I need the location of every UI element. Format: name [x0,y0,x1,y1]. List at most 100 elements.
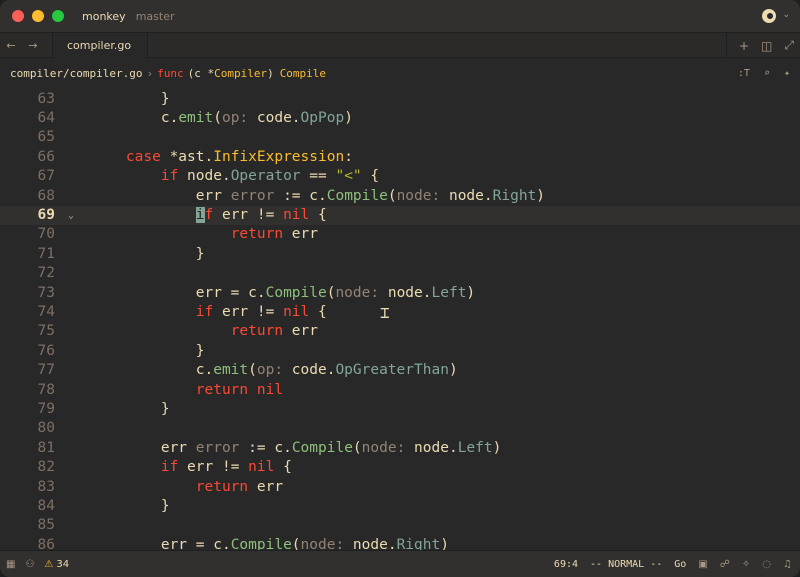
maximize-window-button[interactable] [52,10,64,22]
code-line[interactable]: 85 [0,516,800,535]
split-pane-icon[interactable]: ◫ [761,39,772,53]
project-panel-icon[interactable]: ▦ [6,559,15,570]
breadcrumb-receiver-close[interactable]: ) [267,67,274,80]
code-line[interactable]: 64 c.emit(op: code.OpPop) [0,109,800,128]
code-token: ) [448,362,458,379]
close-window-button[interactable] [12,10,24,22]
user-avatar-icon[interactable] [762,9,776,23]
code-line[interactable]: 66 case *ast.InfixExpression: [0,148,800,167]
code-token: node: [335,284,388,301]
code-token: node. [414,439,458,456]
search-icon[interactable]: ⌕ [764,68,770,79]
status-bar: ▦ ⚇ ⚠ 34 69:4 -- NORMAL -- Go ▣ ☍ ✧ ◌ ♫ [0,550,800,577]
forward-arrow-icon[interactable]: → [22,39,44,52]
warning-count[interactable]: 34 [56,559,69,570]
line-number[interactable]: 83 [0,478,55,497]
project-name[interactable]: monkey [82,10,126,23]
assistant-icon[interactable]: ✧ [742,559,750,570]
breadcrumb-receiver-type[interactable]: Compiler [214,67,267,80]
back-arrow-icon[interactable]: ← [0,39,22,52]
branch-name[interactable]: master [136,10,175,23]
line-number[interactable]: 67 [0,167,55,186]
line-number[interactable]: 78 [0,381,55,400]
tab-compiler-go[interactable]: compiler.go [52,33,149,58]
code-line[interactable]: 79 } [0,400,800,419]
minimize-window-button[interactable] [32,10,44,22]
warning-icon[interactable]: ⚠ [44,559,53,570]
assistant-sparkle-icon[interactable]: ✦ [784,68,790,79]
code-line[interactable]: 72 [0,264,800,283]
collab-panel-icon[interactable]: ⚇ [25,559,34,570]
breadcrumb: compiler/compiler.go › func (c * Compiler… [0,59,800,87]
line-number[interactable]: 75 [0,322,55,341]
line-number[interactable]: 86 [0,536,55,550]
code-line[interactable]: 80 [0,419,800,438]
line-number[interactable]: 73 [0,284,55,303]
line-number[interactable]: 79 [0,400,55,419]
chat-icon[interactable]: ◌ [762,559,771,570]
code-token: error [230,187,275,204]
terminal-icon[interactable]: ▣ [698,559,707,570]
line-number[interactable]: 80 [0,419,55,438]
code-token: node: [396,187,449,204]
breadcrumb-func-keyword[interactable]: func [157,67,184,80]
code-line[interactable]: 71 } [0,245,800,264]
tab-actions: + ◫ ⤢ [725,33,794,58]
code-line[interactable]: 81 err error := c.Compile(node: node.Lef… [0,439,800,458]
code-line[interactable]: 77 c.emit(op: code.OpGreaterThan) [0,361,800,380]
line-number[interactable]: 84 [0,497,55,516]
line-number[interactable]: 63 [0,90,55,109]
line-number[interactable]: 72 [0,264,55,283]
line-number[interactable]: 65 [0,128,55,147]
line-number[interactable]: 85 [0,516,55,535]
code-token: node: [361,439,415,456]
code-line[interactable]: 82 if err != nil { [0,458,800,477]
code-line[interactable]: 69 ⌄ if err != nil { [0,205,800,226]
breadcrumb-receiver-open[interactable]: (c * [188,67,215,80]
line-number[interactable]: 70 [0,225,55,244]
code-token: Left [431,284,467,301]
new-tab-plus-icon[interactable]: + [739,39,749,53]
code-token: op: [221,109,257,126]
code-line[interactable]: 86 err = c.Compile(node: node.Right) [0,536,800,550]
code-line[interactable]: 75 return err [0,322,800,341]
notification-bell-icon[interactable]: ♫ [783,559,792,570]
code-line[interactable]: 73 err = c.Compile(node: node.Left) [0,284,800,303]
language-selector[interactable]: Go [674,559,686,570]
line-number[interactable]: 81 [0,439,55,458]
line-number[interactable]: 77 [0,361,55,380]
code-editor[interactable]: 86 err = c.Compile(node: node.Right) 85 84… [0,87,800,550]
code-line[interactable]: 84 } [0,497,800,516]
symbol-outline-button[interactable]: :T [738,68,750,79]
code-line[interactable]: 76 } [0,342,800,361]
line-number[interactable]: 64 [0,109,55,128]
code-token: return [195,381,249,398]
line-number[interactable]: 69 [0,206,55,225]
zoom-pane-icon[interactable]: ⤢ [784,38,794,53]
line-number[interactable]: 71 [0,245,55,264]
line-number[interactable]: 76 [0,342,55,361]
chevron-down-icon[interactable]: ⌄ [782,10,790,20]
code-line[interactable]: 63 } [0,90,800,109]
code-token: OpPop [300,109,345,126]
code-line[interactable]: 74 if err != nil { [0,303,800,322]
code-line[interactable]: 67 if node.Operator == "<" { [0,167,800,186]
status-left: ▦ ⚇ ⚠ 34 [6,559,69,570]
line-number[interactable]: 66 [0,148,55,167]
code-line[interactable]: 83 return err [0,478,800,497]
fold-chevron-icon[interactable]: ⌄ [68,206,74,225]
code-line[interactable]: 70 return err [0,225,800,244]
feedback-icon[interactable]: ☍ [720,559,730,570]
line-number[interactable]: 68 [0,187,55,206]
cursor-position[interactable]: 69:4 [554,559,578,570]
line-number[interactable]: 82 [0,458,55,477]
code-line[interactable]: 65 [0,128,800,147]
code-token: } [91,497,170,514]
code-line[interactable]: 68 err error := c.Compile(node: node.Rig… [0,187,800,206]
code-token: err != [213,206,284,223]
breadcrumb-function-name[interactable]: Compile [280,67,326,80]
line-number[interactable]: 74 [0,303,55,322]
code-line[interactable]: 78 return nil [0,381,800,400]
breadcrumb-file-path[interactable]: compiler/compiler.go [10,67,142,80]
